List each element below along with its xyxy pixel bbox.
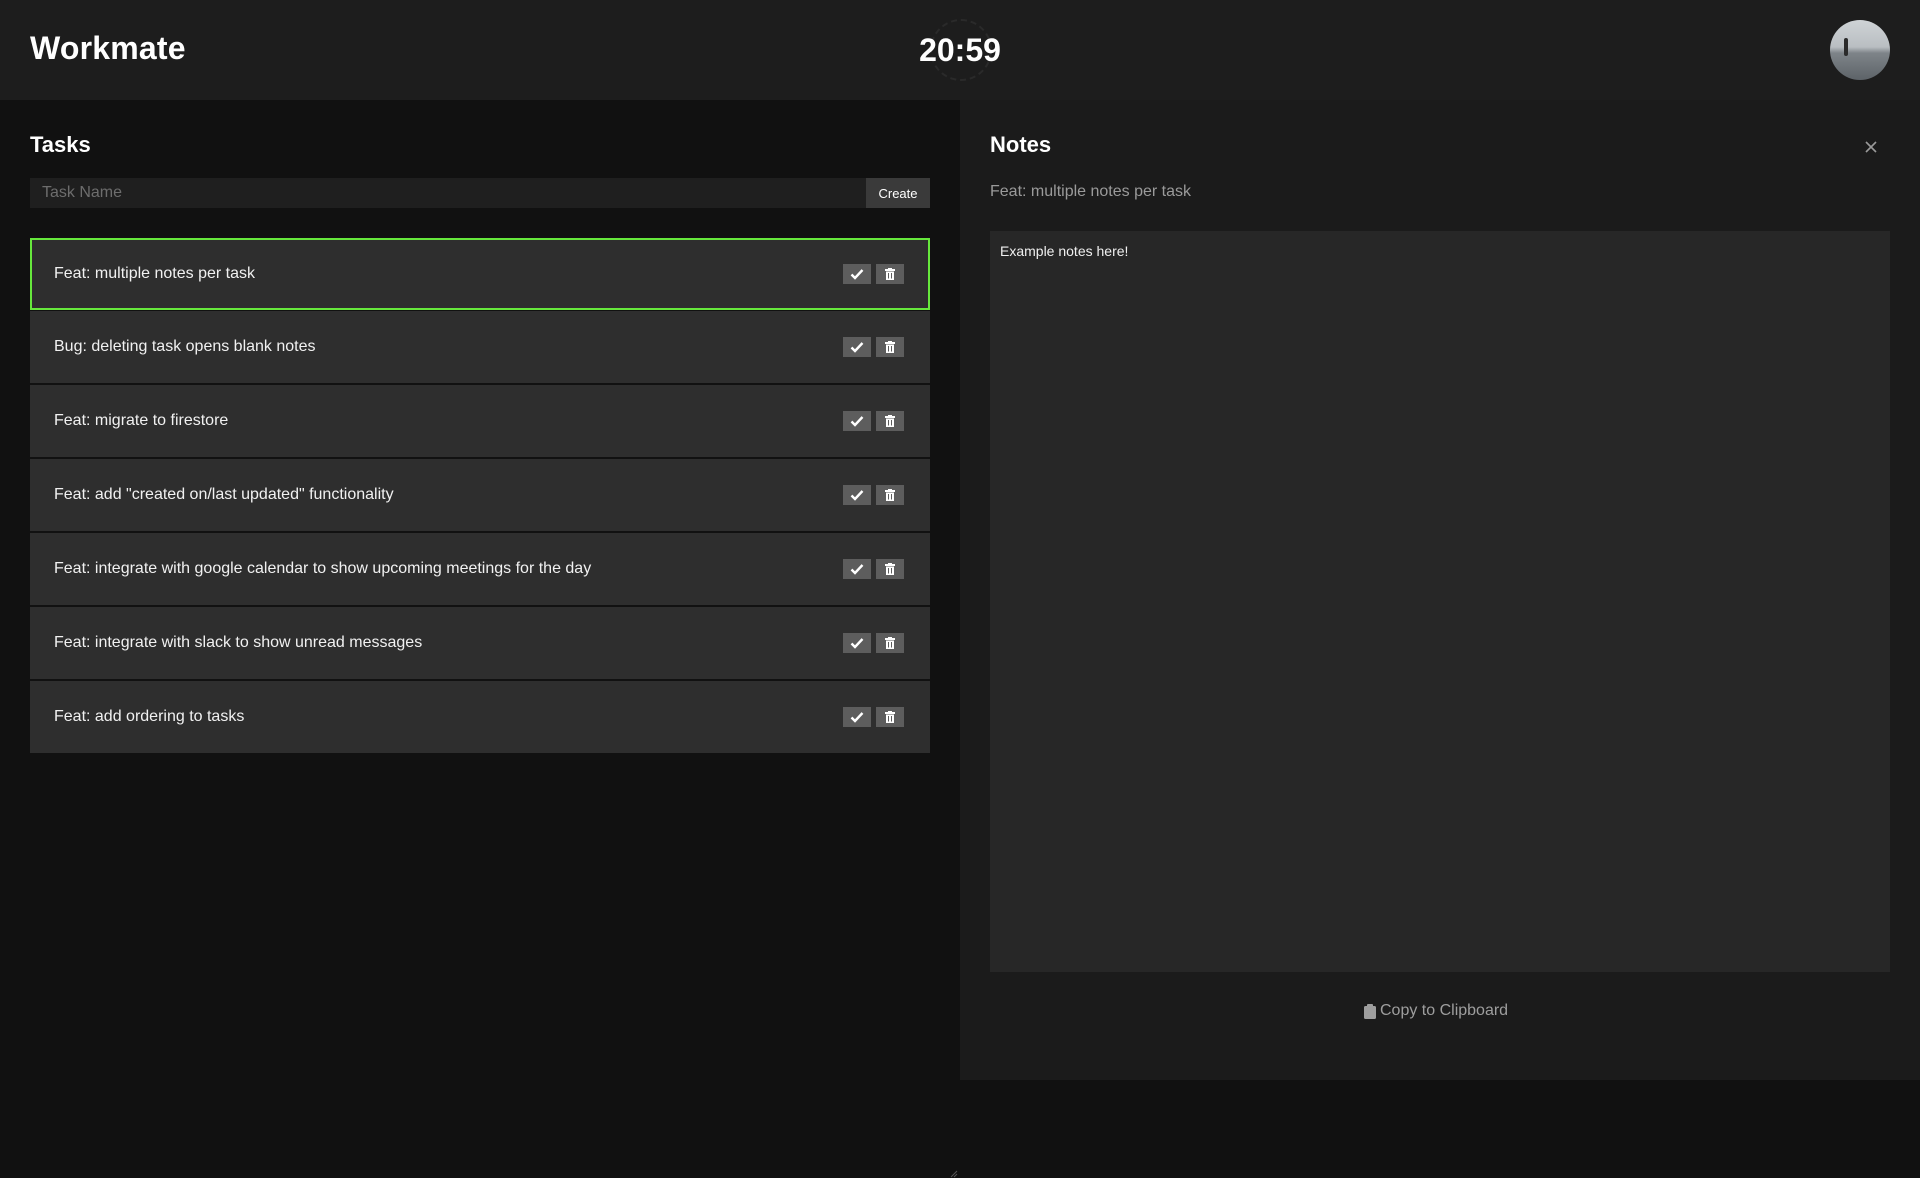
delete-task-button[interactable] xyxy=(876,264,904,284)
app-title: Workmate xyxy=(30,30,186,66)
check-icon xyxy=(850,416,864,427)
task-name-input[interactable] xyxy=(30,178,867,208)
check-icon xyxy=(850,564,864,575)
task-list: Feat: multiple notes per task Bug: delet… xyxy=(30,238,930,755)
copy-to-clipboard-button[interactable]: Copy to Clipboard xyxy=(1364,1000,1508,1022)
task-row[interactable]: Feat: migrate to firestore xyxy=(30,385,930,458)
close-icon xyxy=(1865,140,1877,153)
top-bar: Workmate 20:59 xyxy=(0,0,1920,100)
clock-time: 20:59 xyxy=(919,32,1001,68)
task-label: Feat: integrate with google calendar to … xyxy=(54,560,592,577)
delete-task-button[interactable] xyxy=(876,707,904,727)
tasks-panel: Tasks Create Feat: multiple notes per ta… xyxy=(0,100,960,1178)
delete-task-button[interactable] xyxy=(876,485,904,505)
task-label: Feat: integrate with slack to show unrea… xyxy=(54,634,423,651)
notes-task-name: Feat: multiple notes per task xyxy=(990,183,1191,200)
check-icon xyxy=(850,269,864,280)
task-row[interactable]: Feat: integrate with slack to show unrea… xyxy=(30,607,930,680)
complete-task-button[interactable] xyxy=(843,411,871,431)
tasks-title: Tasks xyxy=(30,132,91,157)
complete-task-button[interactable] xyxy=(843,337,871,357)
delete-task-button[interactable] xyxy=(876,559,904,579)
trash-icon xyxy=(885,563,895,575)
delete-task-button[interactable] xyxy=(876,633,904,653)
task-label: Feat: add ordering to tasks xyxy=(54,708,245,725)
task-row[interactable]: Feat: integrate with google calendar to … xyxy=(30,533,930,606)
notes-title: Notes xyxy=(990,132,1052,157)
resize-grip-icon[interactable] xyxy=(950,1170,958,1178)
check-icon xyxy=(850,490,864,501)
task-row[interactable]: Feat: add ordering to tasks xyxy=(30,681,930,754)
trash-icon xyxy=(885,415,895,427)
task-row[interactable]: Feat: add "created on/last updated" func… xyxy=(30,459,930,532)
close-notes-button[interactable] xyxy=(1862,139,1880,157)
copy-label: Copy to Clipboard xyxy=(1380,1002,1509,1019)
task-row[interactable]: Feat: multiple notes per task xyxy=(30,238,930,310)
create-task-button[interactable]: Create xyxy=(866,178,930,208)
check-icon xyxy=(850,712,864,723)
task-label: Feat: add "created on/last updated" func… xyxy=(54,486,394,503)
trash-icon xyxy=(885,268,895,280)
notes-textarea[interactable]: Example notes here! xyxy=(990,231,1890,972)
user-avatar-icon[interactable] xyxy=(1830,20,1890,80)
check-icon xyxy=(850,638,864,649)
complete-task-button[interactable] xyxy=(843,633,871,653)
task-label: Feat: migrate to firestore xyxy=(54,412,229,429)
avatar-figure xyxy=(1844,38,1848,56)
trash-icon xyxy=(885,637,895,649)
delete-task-button[interactable] xyxy=(876,411,904,431)
complete-task-button[interactable] xyxy=(843,559,871,579)
complete-task-button[interactable] xyxy=(843,707,871,727)
trash-icon xyxy=(885,489,895,501)
trash-icon xyxy=(885,341,895,353)
trash-icon xyxy=(885,711,895,723)
clock: 20:59 xyxy=(890,18,1030,82)
task-row[interactable]: Bug: deleting task opens blank notes xyxy=(30,311,930,384)
task-label: Feat: multiple notes per task xyxy=(54,265,255,282)
delete-task-button[interactable] xyxy=(876,337,904,357)
notes-panel: Notes Feat: multiple notes per task Exam… xyxy=(960,100,1920,1080)
complete-task-button[interactable] xyxy=(843,264,871,284)
task-label: Bug: deleting task opens blank notes xyxy=(54,338,316,355)
check-icon xyxy=(850,342,864,353)
clipboard-icon xyxy=(1364,1003,1376,1019)
complete-task-button[interactable] xyxy=(843,485,871,505)
